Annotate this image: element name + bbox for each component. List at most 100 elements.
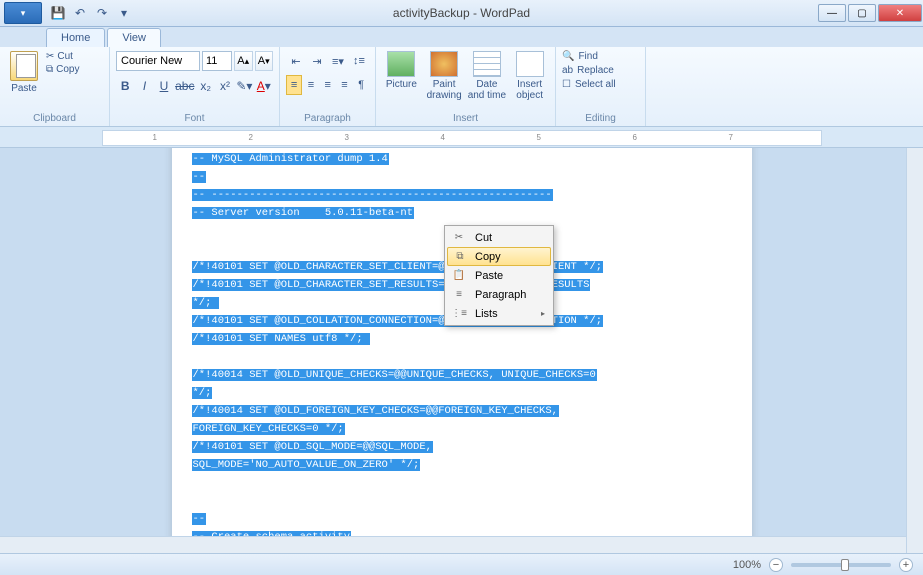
object-icon (516, 51, 544, 77)
code-line[interactable]: */; (192, 382, 732, 400)
list-icon: ⋮≡ (452, 307, 466, 321)
code-line[interactable]: -- -------------------------------------… (192, 184, 732, 202)
vertical-scrollbar[interactable] (906, 148, 923, 553)
calendar-icon (473, 51, 501, 77)
horizontal-scrollbar[interactable] (0, 536, 906, 553)
subscript-button[interactable]: x₂ (196, 75, 214, 97)
code-line[interactable]: /*!40101 SET NAMES utf8 */; (192, 328, 732, 346)
code-line[interactable]: /*!40014 SET @OLD_UNIQUE_CHECKS=@@UNIQUE… (192, 364, 732, 382)
app-menu-button[interactable]: ▾ (4, 2, 42, 24)
align-left-button[interactable]: ≡ (286, 75, 302, 95)
picture-icon (387, 51, 415, 77)
group-label-paragraph: Paragraph (286, 111, 369, 124)
code-line[interactable]: FOREIGN_KEY_CHECKS=0 */; (192, 418, 732, 436)
ruler[interactable]: 1234567 (102, 130, 822, 146)
save-icon[interactable]: 💾 (50, 5, 66, 21)
ribbon: Paste ✂Cut ⧉Copy Clipboard A▴ A▾ B I U a… (0, 47, 923, 127)
paragraph-icon: ≡ (452, 288, 466, 302)
select-all-button[interactable]: ☐Select all (562, 79, 639, 90)
code-line[interactable]: /*!40101 SET @OLD_SQL_MODE=@@SQL_MODE, (192, 436, 732, 454)
group-label-font: Font (116, 111, 273, 124)
redo-icon[interactable]: ↷ (94, 5, 110, 21)
paragraph-dialog-button[interactable]: ¶ (353, 75, 369, 95)
ribbon-tabs: Home View (0, 27, 923, 47)
grow-font-button[interactable]: A▴ (234, 51, 253, 71)
zoom-percent: 100% (733, 559, 761, 571)
date-time-button[interactable]: Date and time (468, 51, 507, 101)
font-color-button[interactable]: A▾ (255, 75, 273, 97)
scissors-icon: ✂ (46, 51, 54, 62)
title-bar: ▾ 💾 ↶ ↷ ▾ activityBackup - WordPad — ▢ ✕ (0, 0, 923, 27)
cut-button[interactable]: ✂Cut (46, 51, 80, 62)
align-right-button[interactable]: ≡ (320, 75, 336, 95)
code-line[interactable]: -- (192, 166, 732, 184)
dec-indent-button[interactable]: ⇤ (286, 51, 306, 71)
copy-button[interactable]: ⧉Copy (46, 64, 80, 75)
code-line[interactable] (192, 346, 732, 364)
chevron-right-icon: ▸ (541, 309, 545, 318)
maximize-button[interactable]: ▢ (848, 4, 876, 22)
page[interactable]: -- MySQL Administrator dump 1.4---- ----… (172, 148, 752, 553)
insert-picture-button[interactable]: Picture (382, 51, 421, 90)
align-center-button[interactable]: ≡ (303, 75, 319, 95)
replace-button[interactable]: abReplace (562, 65, 639, 76)
copy-icon: ⧉ (453, 250, 467, 264)
ruler-area: 1234567 (0, 127, 923, 148)
paste-label: Paste (11, 83, 37, 94)
justify-button[interactable]: ≡ (337, 75, 353, 95)
code-line[interactable] (192, 472, 732, 490)
find-button[interactable]: 🔍Find (562, 51, 639, 62)
insert-object-button[interactable]: Insert object (510, 51, 549, 101)
ctx-copy[interactable]: ⧉Copy (447, 247, 551, 266)
code-line[interactable]: SQL_MODE='NO_AUTO_VALUE_ON_ZERO' */; (192, 454, 732, 472)
status-bar: 100% − + (0, 553, 923, 575)
superscript-button[interactable]: x² (216, 75, 234, 97)
code-line[interactable] (192, 490, 732, 508)
qat-dropdown-icon[interactable]: ▾ (116, 5, 132, 21)
zoom-out-button[interactable]: − (769, 558, 783, 572)
undo-icon[interactable]: ↶ (72, 5, 88, 21)
paste-button[interactable]: Paste (6, 51, 42, 94)
ctx-cut[interactable]: ✂Cut (447, 228, 551, 247)
replace-icon: ab (562, 65, 573, 76)
ctx-paragraph[interactable]: ≡Paragraph (447, 285, 551, 304)
ctx-paste[interactable]: 📋Paste (447, 266, 551, 285)
paint-drawing-button[interactable]: Paint drawing (425, 51, 464, 101)
zoom-thumb[interactable] (841, 559, 849, 571)
font-name-input[interactable] (116, 51, 200, 71)
underline-button[interactable]: U (155, 75, 173, 97)
line-spacing-button[interactable]: ↕≡ (349, 51, 369, 71)
find-icon: 🔍 (562, 51, 574, 62)
inc-indent-button[interactable]: ⇥ (307, 51, 327, 71)
zoom-in-button[interactable]: + (899, 558, 913, 572)
tab-home[interactable]: Home (46, 28, 105, 47)
quick-access-toolbar: 💾 ↶ ↷ ▾ (50, 5, 132, 21)
font-size-input[interactable] (202, 51, 232, 71)
strikethrough-button[interactable]: abc (174, 75, 195, 97)
tab-view[interactable]: View (107, 28, 161, 47)
code-line[interactable]: /*!40014 SET @OLD_FOREIGN_KEY_CHECKS=@@F… (192, 400, 732, 418)
highlight-button[interactable]: ✎▾ (235, 75, 253, 97)
italic-button[interactable]: I (135, 75, 153, 97)
document-area: -- MySQL Administrator dump 1.4---- ----… (0, 148, 923, 553)
context-menu: ✂Cut ⧉Copy 📋Paste ≡Paragraph ⋮≡Lists▸ (444, 225, 554, 326)
bullet-list-button[interactable]: ≡▾ (328, 51, 348, 71)
bold-button[interactable]: B (116, 75, 134, 97)
group-label-editing: Editing (562, 111, 639, 124)
shrink-font-button[interactable]: A▾ (255, 51, 274, 71)
copy-icon: ⧉ (46, 64, 53, 75)
group-label-insert: Insert (382, 111, 549, 124)
code-line[interactable]: -- MySQL Administrator dump 1.4 (192, 148, 732, 166)
paste-icon (10, 51, 38, 81)
select-all-icon: ☐ (562, 79, 571, 90)
ctx-lists[interactable]: ⋮≡Lists▸ (447, 304, 551, 323)
paint-icon (430, 51, 458, 77)
scissors-icon: ✂ (452, 231, 466, 245)
code-line[interactable]: -- (192, 508, 732, 526)
close-button[interactable]: ✕ (878, 4, 922, 22)
minimize-button[interactable]: — (818, 4, 846, 22)
paste-icon: 📋 (452, 269, 466, 283)
zoom-slider[interactable] (791, 563, 891, 567)
code-line[interactable]: -- Server version 5.0.11-beta-nt (192, 202, 732, 220)
window-title: activityBackup - WordPad (393, 6, 530, 20)
